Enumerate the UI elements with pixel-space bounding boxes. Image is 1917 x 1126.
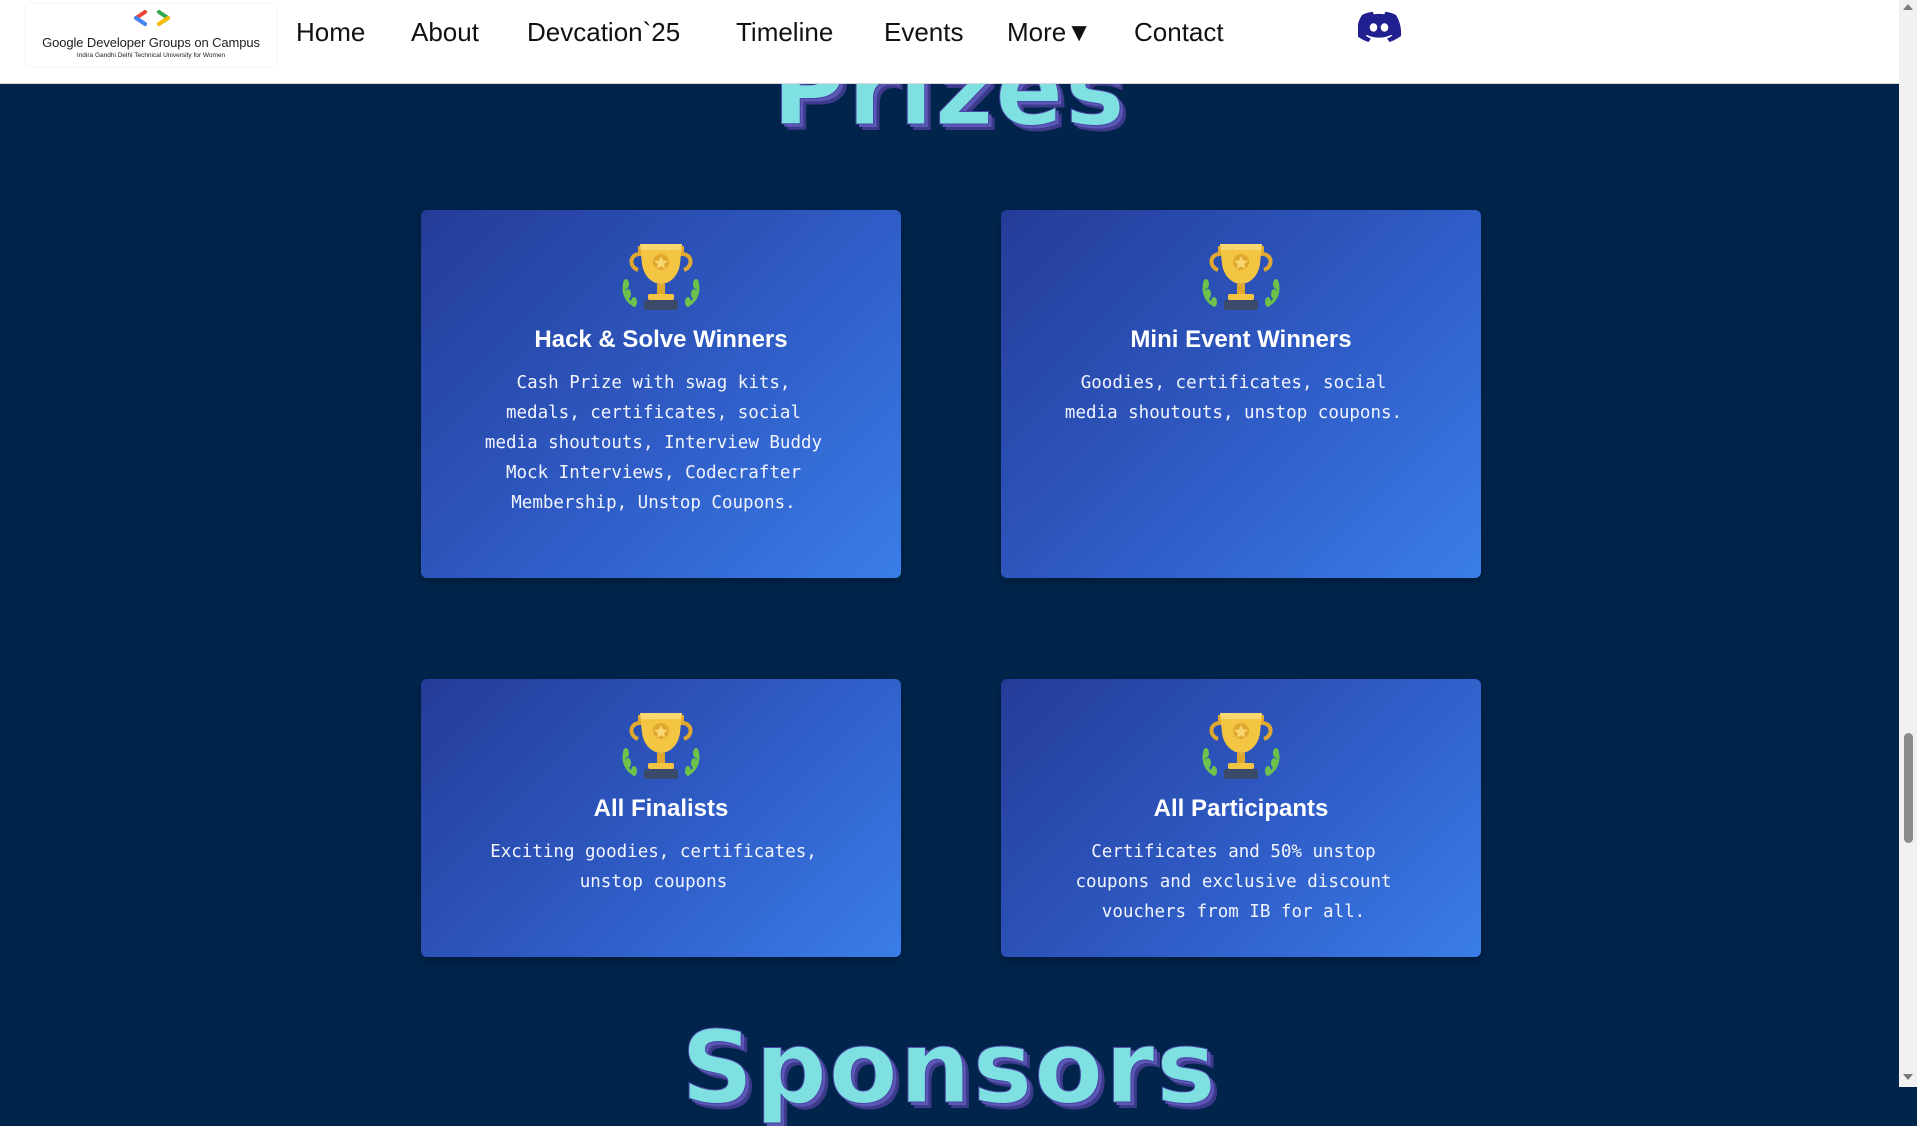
prize-card-title: All Participants xyxy=(1153,795,1329,822)
logo-title: Google Developer Groups on Campus xyxy=(42,35,260,50)
prize-card-description: Goodies, certificates, social media shou… xyxy=(1064,373,1403,423)
nav-devcation[interactable]: Devcation`25 xyxy=(527,17,680,48)
prize-card-title: Mini Event Winners xyxy=(1130,326,1352,353)
nav-home[interactable]: Home xyxy=(296,17,365,48)
trophy-icon xyxy=(1202,244,1280,310)
nav-timeline[interactable]: Timeline xyxy=(736,17,833,48)
scrollbar-thumb[interactable] xyxy=(1904,733,1913,843)
gdg-brackets-icon xyxy=(134,10,170,26)
prize-card-description: Exciting goodies, certificates, unstop c… xyxy=(490,842,817,892)
logo-subtitle: Indira Gandhi Delhi Technical University… xyxy=(76,52,226,59)
trophy-icon xyxy=(1202,713,1280,779)
prize-card-description: Cash Prize with swag kits, medals, certi… xyxy=(484,373,823,513)
prize-card-description: Certificates and 50% unstop coupons and … xyxy=(1075,842,1392,922)
prize-card: Mini Event Winners Goodies, certificates… xyxy=(1001,210,1481,578)
prize-card-title: All Finalists xyxy=(593,795,729,822)
nav-more-dropdown[interactable]: More▼ xyxy=(1007,17,1092,48)
scroll-down-arrow-icon[interactable] xyxy=(1903,1074,1913,1080)
prize-card: All Participants Certificates and 50% un… xyxy=(1001,679,1481,957)
prize-card: All Finalists Exciting goodies, certific… xyxy=(421,679,901,957)
trophy-icon xyxy=(622,244,700,310)
navbar: Google Developer Groups on Campus Indira… xyxy=(0,0,1899,84)
scroll-up-arrow-icon[interactable] xyxy=(1903,4,1913,10)
nav-about[interactable]: About xyxy=(411,17,479,48)
page-scrollbar[interactable] xyxy=(1899,0,1917,1087)
nav-events[interactable]: Events xyxy=(884,17,964,48)
nav-contact[interactable]: Contact xyxy=(1134,17,1224,48)
prize-card-title: Hack & Solve Winners xyxy=(534,326,788,353)
prize-card: Hack & Solve Winners Cash Prize with swa… xyxy=(421,210,901,578)
trophy-icon xyxy=(622,713,700,779)
gdg-logo[interactable]: Google Developer Groups on Campus Indira… xyxy=(26,4,276,66)
sponsors-heading: Sponsors xyxy=(681,1009,1218,1126)
discord-icon[interactable] xyxy=(1358,9,1404,49)
